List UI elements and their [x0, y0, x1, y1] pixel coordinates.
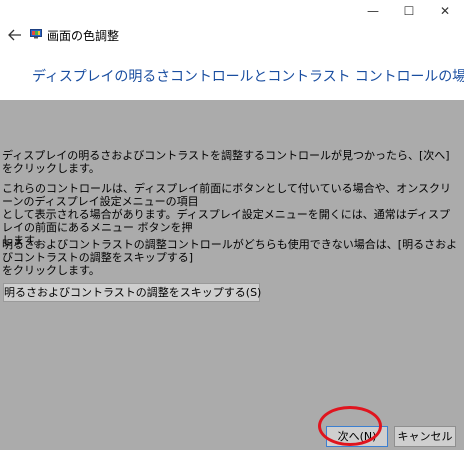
- back-button[interactable]: [2, 24, 28, 46]
- close-icon: ✕: [439, 4, 451, 18]
- main-content: ディスプレイの明るさおよびコントラストを調整するコントロールが見つかったら、[次…: [0, 100, 464, 410]
- minimize-button[interactable]: —: [356, 0, 390, 22]
- instruction-paragraph-1: ディスプレイの明るさおよびコントラストを調整するコントロールが見つかったら、[次…: [2, 149, 450, 175]
- cancel-button[interactable]: キャンセル: [394, 426, 456, 447]
- display-color-icon: [30, 29, 42, 39]
- app-title: 画面の色調整: [47, 29, 120, 43]
- instruction-paragraph-3: 明るさおよびコントラストの調整コントロールがどちらも使用できない場合は、[明るさ…: [2, 238, 458, 277]
- skip-adjustment-button[interactable]: 明るさおよびコントラストの調整をスキップする(S): [3, 283, 261, 302]
- title-bar: — ☐ ✕ 画面の色調整 ディスプレイの明るさコントロールとコントラスト コント…: [0, 0, 464, 100]
- maximize-button[interactable]: ☐: [392, 0, 426, 22]
- page-title: ディスプレイの明るさコントロールとコントラスト コントロールの場所: [32, 69, 464, 85]
- back-arrow-icon: [8, 29, 21, 41]
- next-button[interactable]: 次へ(N): [326, 426, 388, 447]
- close-button[interactable]: ✕: [428, 0, 462, 22]
- maximize-icon: ☐: [403, 4, 415, 18]
- minimize-icon: —: [367, 4, 379, 18]
